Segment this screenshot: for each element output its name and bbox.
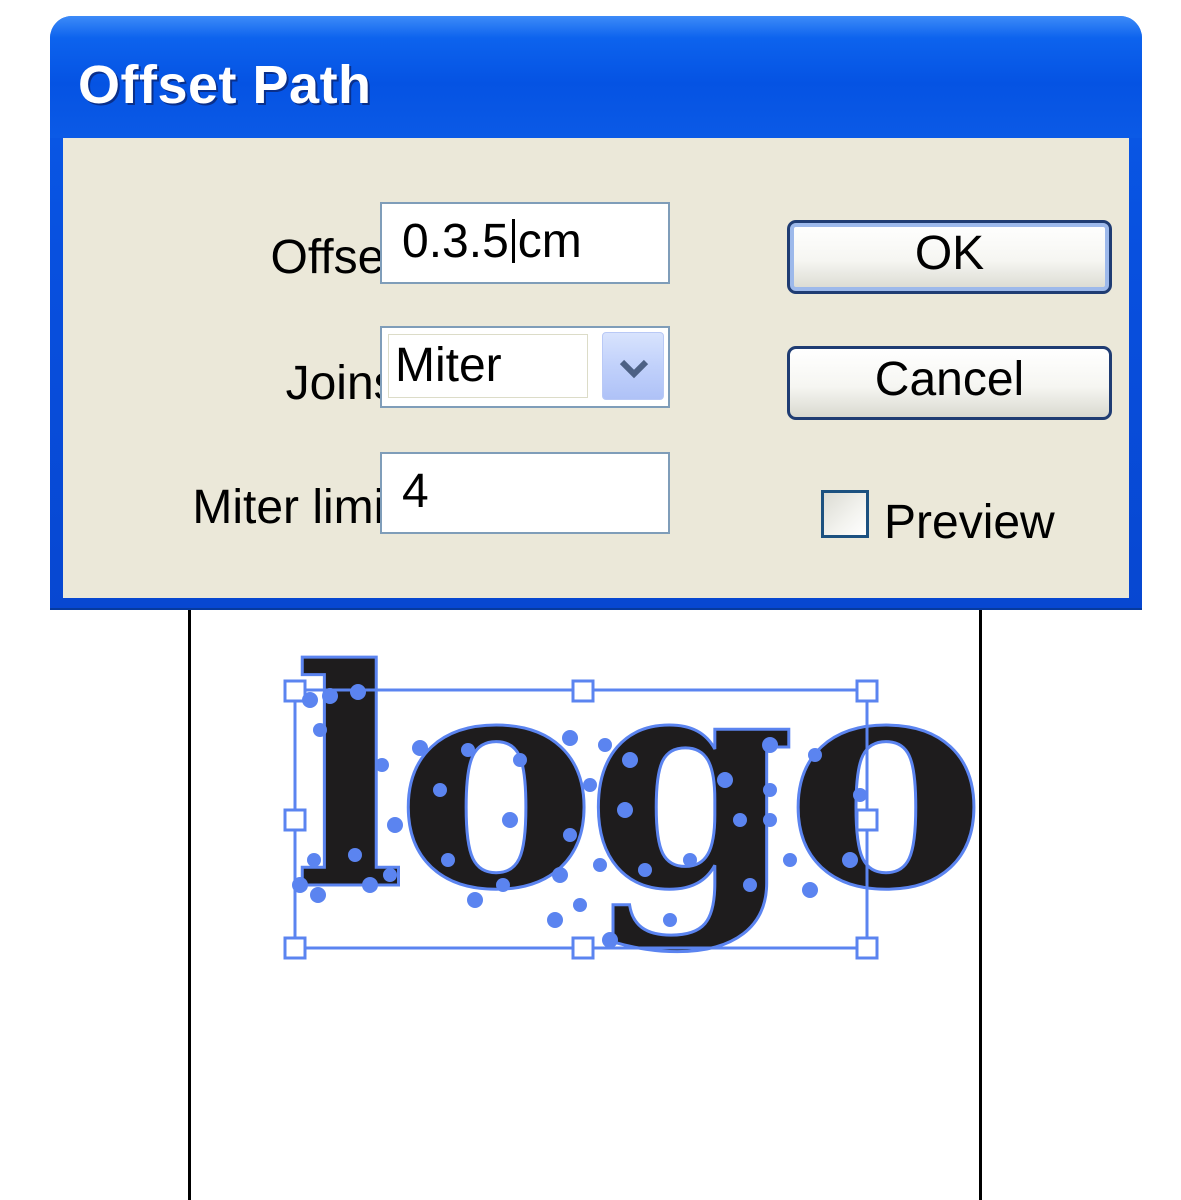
offset-input[interactable]: 0.3.5 cm xyxy=(380,202,670,284)
bounding-box-handles xyxy=(283,679,879,960)
offset-path-dialog: Offset Path Offset: 0.3.5 cm Joins: Miter… xyxy=(50,16,1142,608)
handle-bottom-right xyxy=(855,936,879,960)
dialog-body: Offset: 0.3.5 cm Joins: Miter Miter limit… xyxy=(63,138,1129,598)
joins-dropdown-button[interactable] xyxy=(602,332,664,400)
handle-middle-left xyxy=(283,808,307,832)
handle-middle-right xyxy=(855,808,879,832)
anchor-points xyxy=(292,684,867,948)
handle-top-left xyxy=(283,679,307,703)
miter-limit-label: Miter limit: xyxy=(192,481,411,534)
title-bar[interactable]: Offset Path xyxy=(50,16,1142,138)
miter-limit-input[interactable]: 4 xyxy=(380,452,670,534)
preview-checkbox[interactable] xyxy=(821,490,869,538)
joins-select[interactable]: Miter xyxy=(380,326,670,408)
text-caret xyxy=(511,219,515,263)
dialog-title: Offset Path xyxy=(78,55,372,115)
ok-button[interactable]: OK xyxy=(787,220,1112,294)
preview-label[interactable]: Preview xyxy=(884,495,1055,550)
handle-top-middle xyxy=(571,679,595,703)
selection-overlay[interactable] xyxy=(270,660,890,980)
handle-top-right xyxy=(855,679,879,703)
cancel-button[interactable]: Cancel xyxy=(787,346,1112,420)
offset-value-before-caret: 0.3.5 xyxy=(402,215,509,268)
joins-selected-value: Miter xyxy=(388,334,588,398)
offset-value-after-caret: cm xyxy=(517,215,582,268)
handle-bottom-left xyxy=(283,936,307,960)
chevron-down-icon xyxy=(619,359,649,379)
handle-bottom-middle xyxy=(571,936,595,960)
